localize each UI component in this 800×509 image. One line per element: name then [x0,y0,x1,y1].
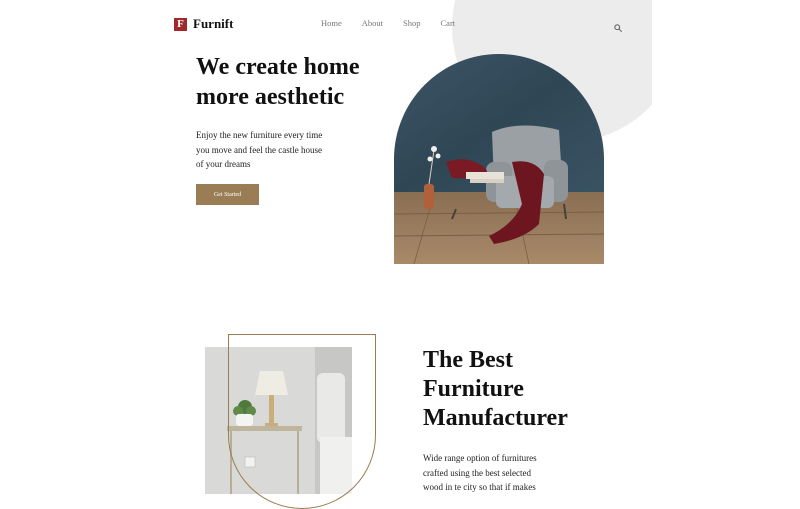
section-text-line3: wood in te city so that if makes [423,482,536,493]
get-started-button[interactable]: Get Started [196,184,259,205]
hero-title: We create home more aesthetic [196,52,396,112]
search-icon [614,24,622,32]
hero-text-line3: of your dreams [196,159,251,170]
nav-cart-link[interactable]: Cart [441,18,456,28]
nav-shop-link[interactable]: Shop [403,18,420,28]
section-text-line2: crafted using the best selected [423,467,531,478]
brand-name: Furnift [193,16,234,31]
section-text-line1: Wide range option of furnitures [423,453,537,463]
hero-text-line1: Enjoy the new furniture every time [196,130,323,140]
decorative-frame [228,334,376,509]
section-title-line3: Manufacturer [423,405,568,431]
hero-description: Enjoy the new furniture every time you m… [196,128,346,172]
section-description: Wide range option of furnitures crafted … [423,451,563,495]
main-nav: Home About Shop Cart [321,18,475,28]
hero-title-line1: We create home [196,54,360,80]
logo-icon: F [174,17,187,31]
hero-armchair-image [394,54,604,264]
nav-home-link[interactable]: Home [321,18,342,28]
section-title: The Best Furniture Manufacturer [423,346,623,433]
brand[interactable]: F Furnift [174,16,233,32]
hero-text-line2: you move and feel the castle house [196,144,322,155]
nav-about-link[interactable]: About [362,18,383,28]
section-title-line2: Furniture [423,376,524,402]
hero-title-line2: more aesthetic [196,84,345,110]
search-button[interactable] [614,19,622,37]
section-title-line1: The Best [423,347,513,373]
